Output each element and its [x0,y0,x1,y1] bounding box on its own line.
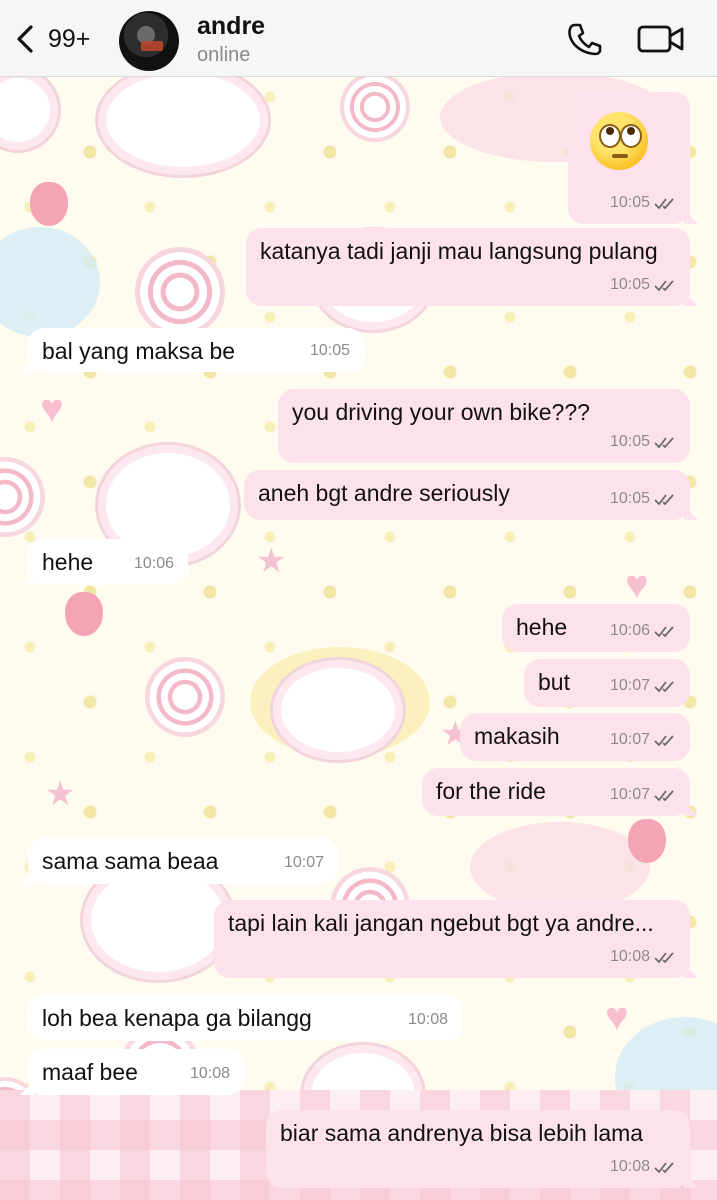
message-bubble-outgoing[interactable]: tapi lain kali jangan ngebut bgt ya andr… [214,900,698,978]
message-bubble-outgoing[interactable]: aneh bgt andre seriously 10:05 [244,470,698,520]
double-check-icon [654,437,674,449]
message-text: maaf bee [42,1059,138,1085]
double-check-icon [654,280,674,292]
message-text: loh bea kenapa ga bilangg [42,1005,312,1031]
message-text: hehe [42,549,94,575]
message-bubble-outgoing[interactable]: 🙄 10:05 [568,92,698,224]
double-check-icon [654,952,674,964]
message-meta: 10:05 [610,427,678,457]
chat-header: 99+ andre online [0,0,717,77]
message-bubble-outgoing[interactable]: you driving your own bike??? 10:05 [278,389,690,463]
message-meta: 10:07 [284,848,324,878]
message-meta: 10:05 [610,484,678,514]
message-meta: 10:07 [610,671,678,701]
message-bubble-incoming[interactable]: hehe 10:06 [20,539,188,585]
message-text: tapi lain kali jangan ngebut bgt ya andr… [228,910,654,936]
message-time: 10:08 [189,1065,230,1082]
message-meta: 10:05 [310,336,350,366]
message-meta: 10:08 [408,1005,448,1035]
message-time: 10:05 [609,490,650,507]
message-text: hehe [516,614,568,640]
message-bubble-outgoing[interactable]: but 10:07 [524,659,690,707]
message-text: aneh bgt andre seriously [258,480,510,506]
double-check-icon [654,790,674,802]
double-check-icon [654,494,674,506]
message-meta: 10:08 [190,1059,230,1089]
message-text: but [538,669,570,695]
message-text: you driving your own bike??? [292,399,590,425]
message-bubble-incoming[interactable]: loh bea kenapa ga bilangg 10:08 [28,995,462,1041]
contact-status: online [197,44,251,66]
rolling-eyes-emoji [590,112,648,170]
double-check-icon [654,1162,674,1174]
message-meta: 10:07 [610,780,678,810]
message-time: 10:07 [283,854,324,871]
chevron-left-icon [17,25,33,53]
message-time: 10:06 [133,555,174,572]
double-check-icon [654,198,674,210]
message-meta: 10:08 [610,942,678,972]
double-check-icon [654,681,674,693]
message-meta: 10:06 [134,549,174,579]
message-time: 10:08 [609,948,650,965]
message-text: sama sama beaa [42,848,219,874]
unread-count: 99+ [48,24,91,53]
contact-name[interactable]: andre [197,12,265,41]
message-time: 10:08 [609,1158,650,1175]
message-time: 10:05 [609,276,650,293]
message-time: 10:05 [309,342,350,359]
message-time: 10:05 [609,194,650,211]
back-button[interactable]: 99+ [14,18,100,60]
video-camera-icon [637,25,684,53]
message-bubble-outgoing[interactable]: hehe 10:06 [502,604,690,652]
message-text: for the ride [436,778,546,804]
video-call-button[interactable] [636,22,686,56]
phone-icon [568,23,602,56]
message-meta: 10:06 [610,616,678,646]
message-time: 10:06 [609,622,650,639]
message-bubble-incoming[interactable]: maaf bee 10:08 [20,1049,244,1095]
message-meta: 10:05 [610,270,678,300]
message-text: biar sama andrenya bisa lebih lama [280,1120,644,1146]
double-check-icon [654,735,674,747]
message-text: makasih [474,723,560,749]
message-meta: 10:05 [610,188,678,218]
message-text: bal yang maksa be [42,338,236,364]
message-bubble-outgoing[interactable]: makasih 10:07 [460,713,690,761]
message-time: 10:07 [609,731,650,748]
message-time: 10:07 [609,677,650,694]
message-text: katanya tadi janji mau langsung pulang [260,238,658,264]
double-check-icon [654,626,674,638]
message-meta: 10:08 [610,1152,678,1182]
message-time: 10:08 [407,1011,448,1028]
avatar[interactable] [119,11,179,71]
message-bubble-outgoing[interactable]: katanya tadi janji mau langsung pulang 1… [246,228,698,306]
message-bubble-incoming[interactable]: sama sama beaa 10:07 [20,838,338,884]
message-bubble-outgoing[interactable]: biar sama andrenya bisa lebih lama 10:08 [266,1110,698,1188]
message-bubble-incoming[interactable]: bal yang maksa be 10:05 [20,328,364,372]
message-bubble-outgoing[interactable]: for the ride 10:07 [422,768,698,816]
message-meta: 10:07 [610,725,678,755]
voice-call-button[interactable] [566,22,604,56]
message-time: 10:07 [609,786,650,803]
message-time: 10:05 [609,433,650,450]
